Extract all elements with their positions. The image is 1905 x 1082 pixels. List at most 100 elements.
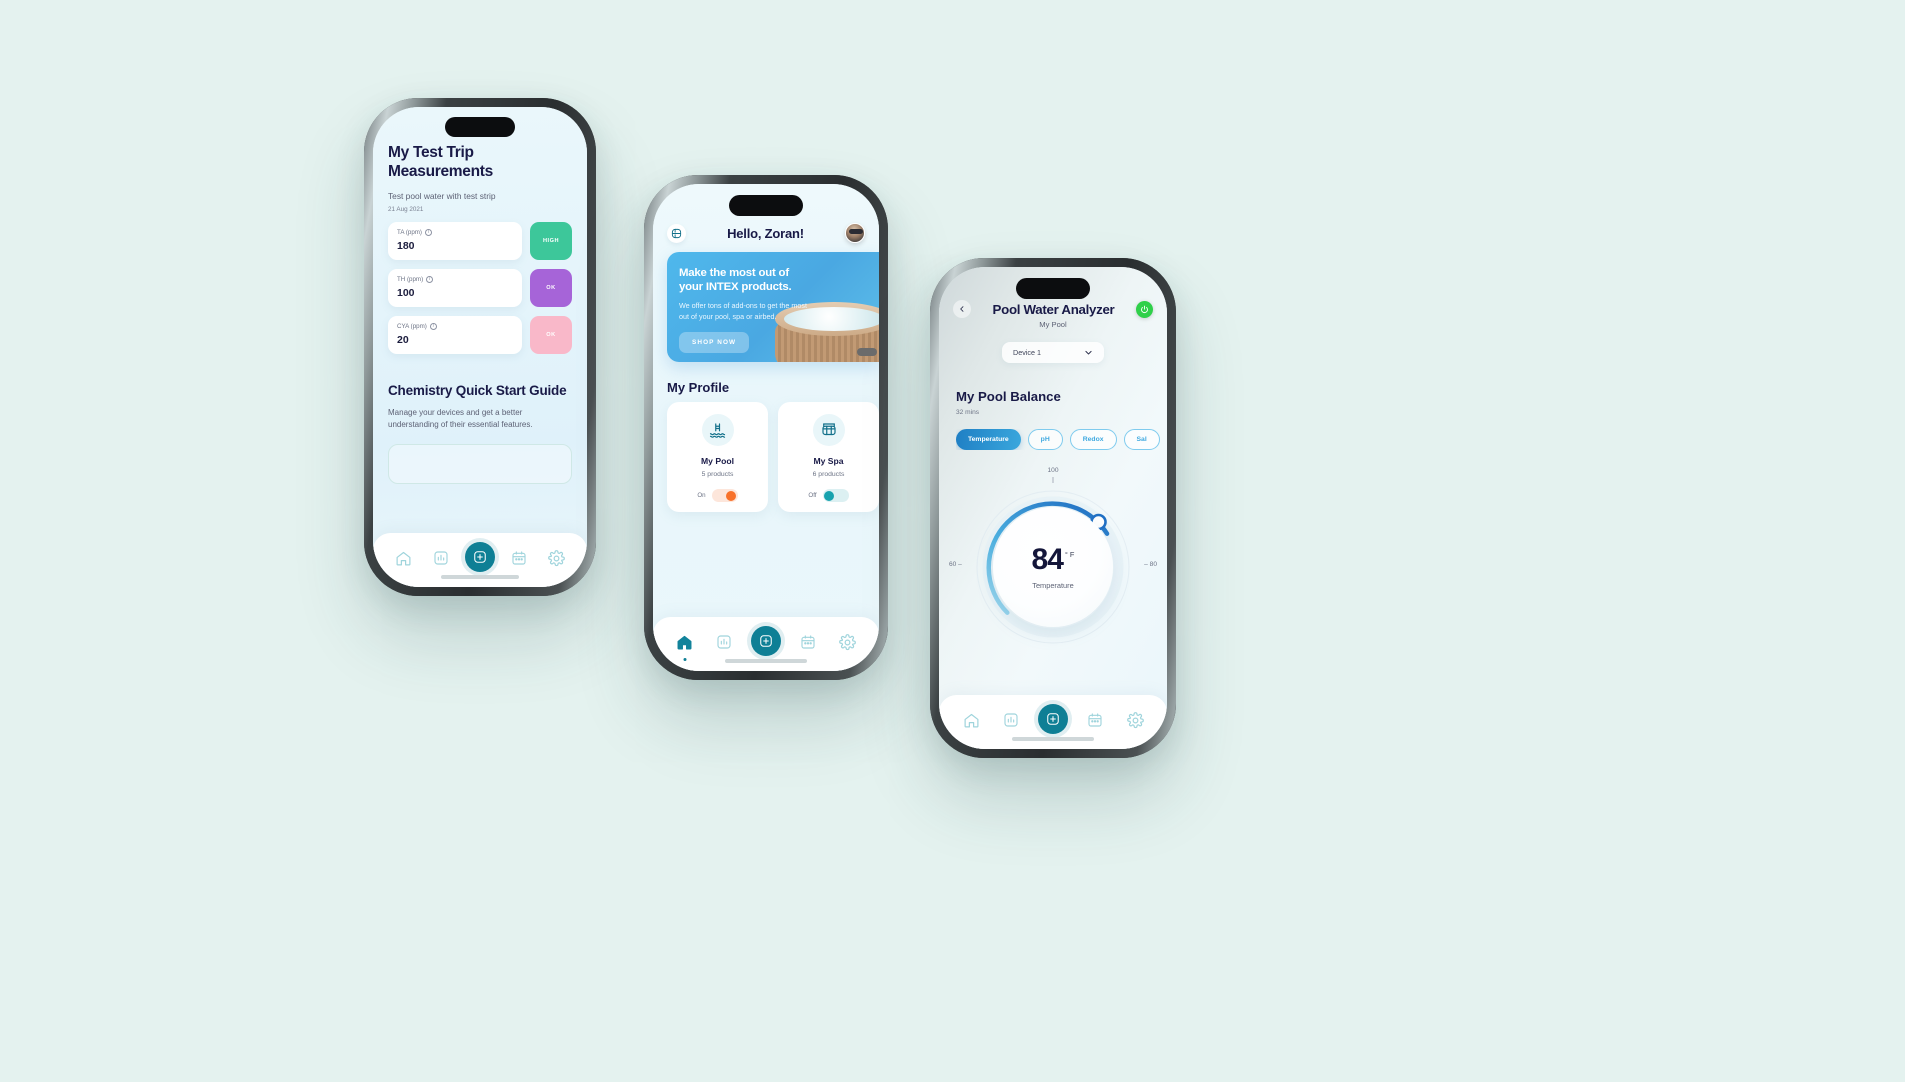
nav-add-button[interactable] (1038, 704, 1068, 734)
home-icon (964, 713, 978, 727)
add-icon (760, 635, 772, 647)
menu-button[interactable] (667, 223, 686, 243)
gauge-dial[interactable]: 84 ° F Temperature (971, 485, 1135, 649)
power-icon (1141, 305, 1148, 313)
home-icon (396, 551, 411, 565)
page-date: 21 Aug 2021 (388, 205, 424, 213)
profile-card-count: 5 products (701, 471, 734, 478)
power-toggle[interactable] (822, 489, 849, 502)
profile-card-pool[interactable]: My Pool 5 products On (667, 402, 768, 512)
info-icon[interactable]: i (424, 228, 432, 236)
pool-ladder-icon (709, 423, 725, 438)
measurement-label: CYA (ppm) (397, 322, 427, 330)
back-button[interactable] (953, 300, 971, 318)
gauge-unit: ° F (1064, 549, 1075, 559)
chevron-down-icon (1085, 350, 1092, 355)
measurements-page: My Test Trip Measurements Test pool wate… (373, 143, 587, 485)
gauge-caption: Temperature (1032, 580, 1074, 590)
gauge-center: 84 ° F Temperature (993, 507, 1113, 627)
page-subtitle: Test pool water with test strip (388, 190, 496, 201)
status-badge[interactable]: OK (530, 315, 572, 354)
add-icon (474, 551, 486, 563)
tab-temperature[interactable]: Temperature (956, 429, 1021, 450)
tab-redox[interactable]: Redox (1069, 429, 1117, 450)
measurement-label: TH (ppm) (397, 275, 424, 283)
home-indicator (441, 575, 519, 579)
gauge-value-row: 84 ° F (1032, 544, 1075, 575)
calendar-icon (512, 551, 526, 565)
measurement-label-wrap: TH (ppm) i (397, 275, 513, 283)
avatar[interactable] (844, 223, 865, 243)
profile-card-count: 6 products (812, 471, 845, 478)
section-title: My Profile (667, 380, 730, 395)
profile-card-spa[interactable]: My Spa 6 products Off (778, 402, 879, 512)
nav-calendar[interactable] (795, 629, 821, 655)
calendar-icon (1088, 713, 1102, 727)
phone-mockup-1: My Test Trip Measurements Test pool wate… (364, 98, 596, 596)
nav-stats[interactable] (998, 707, 1024, 733)
tab-salinity[interactable]: Sal (1123, 429, 1160, 450)
phone-screen-2: Hello, Zoran! Make the most out of your … (653, 184, 879, 671)
profile-card-name: My Pool (701, 456, 734, 466)
promo-banner[interactable]: Make the most out of your INTEX products… (667, 252, 879, 362)
phone-mockup-2: Hello, Zoran! Make the most out of your … (644, 175, 888, 680)
home-icon (677, 635, 692, 649)
nav-home[interactable] (672, 629, 698, 661)
toggle-knob (726, 490, 737, 501)
phone-screen-1: My Test Trip Measurements Test pool wate… (373, 107, 587, 587)
nav-add-button[interactable] (464, 542, 495, 572)
chevron-left-icon (960, 306, 964, 312)
power-button[interactable] (1135, 300, 1153, 318)
device-select[interactable]: Device 1 (1002, 342, 1104, 363)
status-badge[interactable]: HIGH (530, 221, 572, 260)
nav-add-button[interactable] (750, 626, 781, 656)
notch (445, 117, 515, 137)
guide-card-placeholder[interactable] (388, 444, 572, 485)
pool-ladder-icon-wrap (701, 414, 734, 446)
measurement-card[interactable]: CYA (ppm) i 20 (388, 315, 522, 354)
shop-now-button[interactable]: SHOP NOW (679, 332, 750, 353)
info-icon[interactable]: i (429, 322, 437, 330)
toggle-row: On (675, 489, 760, 502)
measurement-label: TA (ppm) (397, 228, 422, 236)
info-icon[interactable]: i (426, 275, 434, 283)
home-header: Hello, Zoran! (653, 218, 879, 248)
spa-icon (821, 423, 836, 436)
nav-settings[interactable] (1122, 707, 1148, 733)
nav-calendar[interactable] (1082, 707, 1108, 733)
menu-icon (671, 228, 682, 238)
tab-ph[interactable]: pH (1027, 429, 1063, 450)
power-toggle[interactable] (711, 489, 738, 502)
gauge-max-label: – 80 (1144, 561, 1157, 568)
nav-settings[interactable] (834, 629, 860, 655)
notch (1016, 278, 1090, 299)
nav-settings[interactable] (543, 545, 569, 571)
gear-icon (1126, 711, 1144, 728)
toggle-label: Off (808, 492, 817, 499)
device-select-value: Device 1 (1013, 348, 1041, 357)
nav-home[interactable] (958, 707, 984, 733)
page-title: Pool Water Analyzer (992, 301, 1115, 317)
nav-calendar[interactable] (506, 545, 532, 571)
measurement-value: 100 (397, 286, 415, 299)
profile-card-name: My Spa (813, 456, 844, 466)
measurement-label-wrap: CYA (ppm) i (397, 322, 513, 330)
notch (729, 195, 803, 216)
home-indicator (1012, 737, 1094, 741)
status-badge[interactable]: OK (530, 268, 572, 307)
nav-stats[interactable] (711, 629, 737, 655)
nav-stats[interactable] (428, 545, 454, 571)
guide-text: Manage your devices and get a better und… (388, 408, 533, 429)
page-subtitle: My Pool (1039, 320, 1067, 329)
measurement-card[interactable]: TH (ppm) i 100 (388, 268, 522, 307)
measurement-card[interactable]: TA (ppm) i 180 (388, 221, 522, 260)
gear-icon (548, 549, 565, 566)
profile-cards: My Pool 5 products On My Spa 6 products … (667, 402, 879, 512)
measurement-value: 20 (397, 333, 409, 346)
gauge-tick (1052, 477, 1054, 483)
intex-logo (857, 348, 877, 356)
greeting-title: Hello, Zoran! (727, 225, 804, 241)
nav-home[interactable] (391, 545, 417, 571)
measurement-label-wrap: TA (ppm) i (397, 228, 513, 236)
gauge-top-value: 100 (1047, 467, 1059, 474)
